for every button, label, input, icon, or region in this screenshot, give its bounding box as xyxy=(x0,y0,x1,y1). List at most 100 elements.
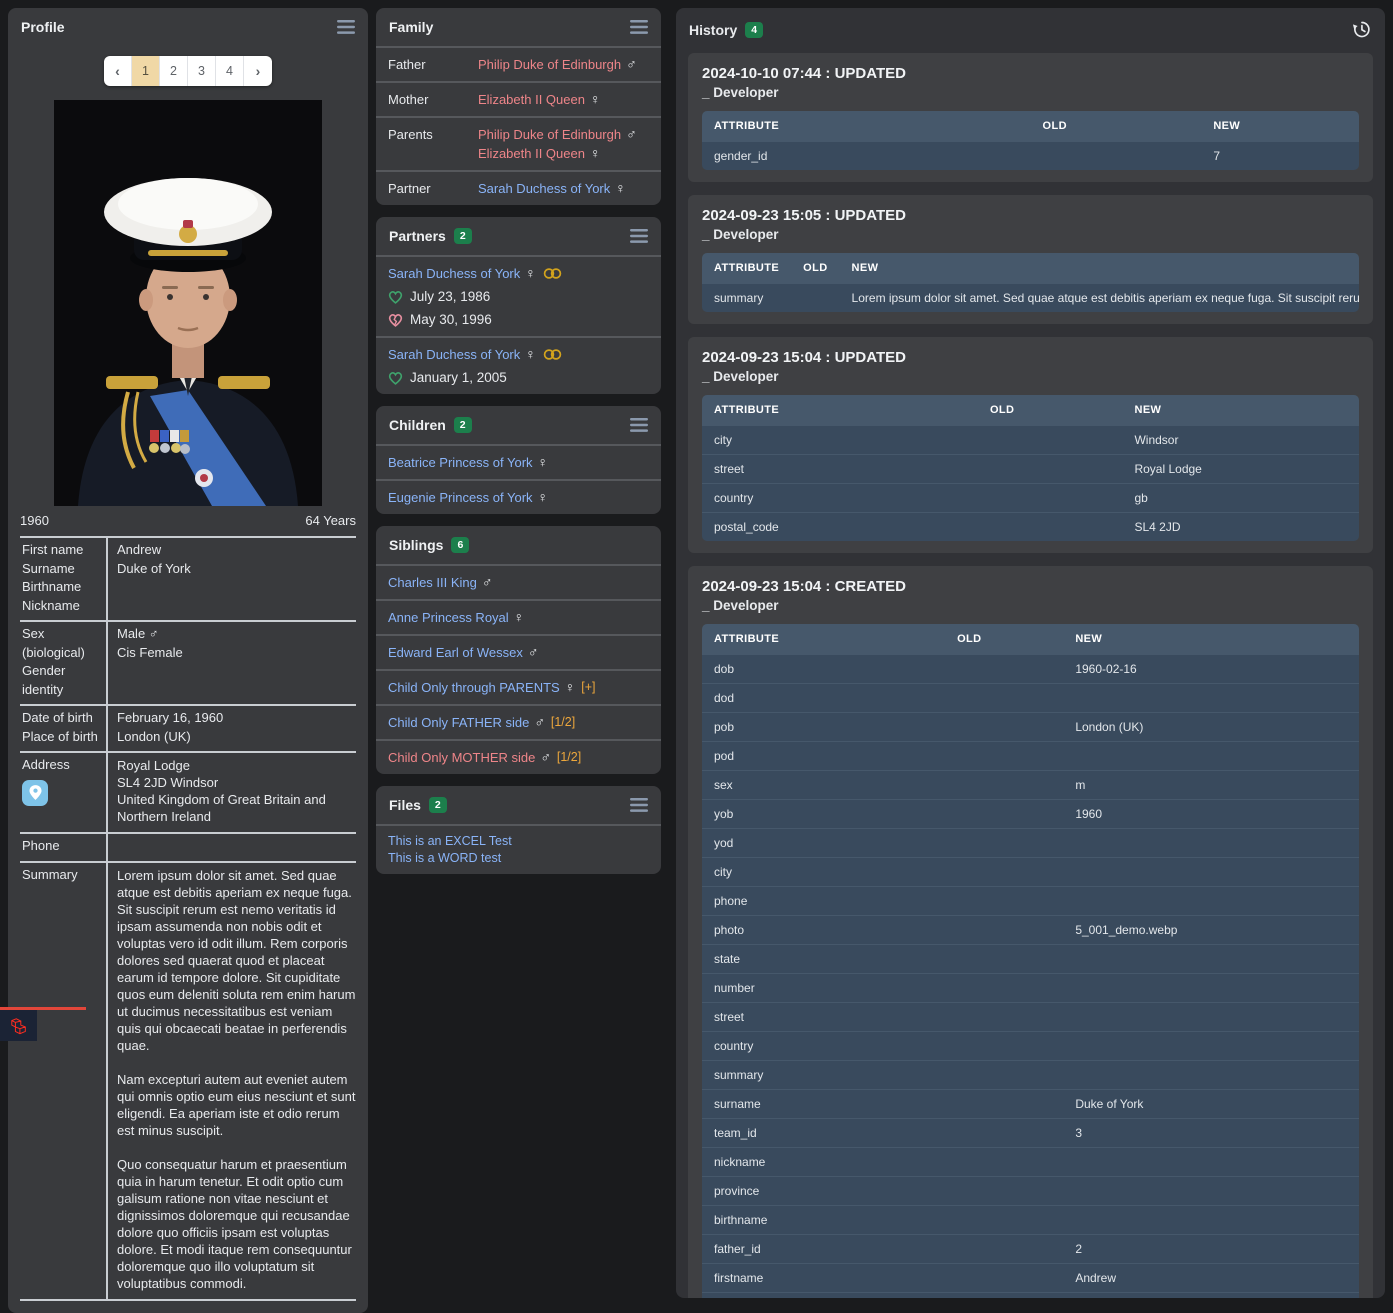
history-row: pobLondon (UK) xyxy=(702,712,1359,741)
history-change-table: ATTRIBUTEOLDNEWgender_id7 xyxy=(702,111,1359,170)
person-link[interactable]: Sarah Duchess of York xyxy=(388,345,520,364)
attribute-cell: country xyxy=(702,1031,945,1060)
person-link[interactable]: Child Only FATHER side xyxy=(388,713,529,732)
file-link[interactable]: This is a WORD test xyxy=(388,850,649,867)
child-row: Beatrice Princess of York♀ xyxy=(376,444,661,479)
person-link[interactable]: Beatrice Princess of York xyxy=(388,453,533,472)
old-value-cell xyxy=(945,1292,1063,1298)
field-values: Male ♂Cis Female xyxy=(108,622,356,704)
person-link[interactable]: Elizabeth II Queen xyxy=(478,146,585,161)
history-panel: History 4 2024-10-10 07:44 : UPDATED_ De… xyxy=(676,8,1385,1298)
history-panel-header: History 4 xyxy=(676,8,1385,51)
old-value-cell xyxy=(791,283,839,312)
person-link[interactable]: Eugenie Princess of York xyxy=(388,488,533,507)
pager-page-4[interactable]: 4 xyxy=(216,56,244,86)
new-value-cell: m xyxy=(1063,770,1359,799)
menu-icon[interactable] xyxy=(630,229,648,243)
old-value-cell xyxy=(945,886,1063,915)
field-value xyxy=(117,837,356,856)
siblings-panel-title: Siblings xyxy=(389,537,443,553)
profile-field-group: AddressRoyal Lodge SL4 2JD Windsor Unite… xyxy=(20,751,356,832)
portrait-image xyxy=(54,100,322,506)
menu-icon[interactable] xyxy=(337,20,355,34)
field-value xyxy=(117,578,356,597)
person-link[interactable]: Elizabeth II Queen xyxy=(478,92,585,107)
new-value-cell: 2 xyxy=(1063,1234,1359,1263)
new-value-cell xyxy=(1063,1147,1359,1176)
new-value-cell xyxy=(1063,683,1359,712)
person-link[interactable]: Child Only MOTHER side xyxy=(388,748,535,767)
column-header: NEW xyxy=(1201,111,1359,141)
pager-prev-button[interactable]: ‹ xyxy=(104,56,132,86)
person-link[interactable]: Philip Duke of Edinburgh xyxy=(478,127,621,142)
laravel-debugbar-icon[interactable] xyxy=(0,1010,37,1041)
history-count-badge: 4 xyxy=(745,22,763,38)
relation-tag: [+] xyxy=(581,678,595,697)
profile-photo[interactable] xyxy=(54,100,322,506)
partner-item: Sarah Duchess of York♀July 23, 1986May 3… xyxy=(376,255,661,336)
history-change-table: ATTRIBUTEOLDNEWsummaryLorem ipsum dolor … xyxy=(702,253,1359,312)
history-change-table: ATTRIBUTEOLDNEWdob1960-02-16dodpobLondon… xyxy=(702,624,1359,1298)
partners-panel-title: Partners xyxy=(389,228,446,244)
map-pin-icon[interactable] xyxy=(22,780,48,806)
new-value-cell xyxy=(1063,1176,1359,1205)
history-table-wrap: ATTRIBUTEOLDNEWdob1960-02-16dodpobLondon… xyxy=(702,624,1359,1298)
person-link[interactable]: Philip Duke of Edinburgh xyxy=(478,57,621,72)
attribute-cell: phone xyxy=(702,886,945,915)
person-link[interactable]: Sarah Duchess of York xyxy=(388,264,520,283)
history-entries: 2024-10-10 07:44 : UPDATED_ DeveloperATT… xyxy=(676,53,1385,1298)
new-value-cell xyxy=(1063,886,1359,915)
history-row: number xyxy=(702,973,1359,1002)
female-icon: ♀ xyxy=(538,488,549,507)
history-row: state xyxy=(702,944,1359,973)
attribute-cell: nickname xyxy=(702,1147,945,1176)
pager-page-3[interactable]: 3 xyxy=(188,56,216,86)
attribute-cell: street xyxy=(702,454,978,483)
field-labels: Sex (biological)Gender identity xyxy=(20,622,108,704)
file-link[interactable]: This is an EXCEL Test xyxy=(388,833,649,850)
children-panel-title: Children xyxy=(389,417,446,433)
column-header: ATTRIBUTE xyxy=(702,624,945,654)
menu-icon[interactable] xyxy=(630,418,648,432)
menu-icon[interactable] xyxy=(630,798,648,812)
field-label: Gender identity xyxy=(22,662,102,699)
person-link[interactable]: Anne Princess Royal xyxy=(388,608,509,627)
history-table-scroll[interactable]: ATTRIBUTEOLDNEWsummaryLorem ipsum dolor … xyxy=(702,253,1359,312)
attribute-cell: birthname xyxy=(702,1205,945,1234)
partner-item: Sarah Duchess of York♀January 1, 2005 xyxy=(376,336,661,394)
history-entry-user: _ Developer xyxy=(702,369,1359,384)
field-labels: First nameSurnameBirthnameNickname xyxy=(20,538,108,620)
pager-page-1[interactable]: 1 xyxy=(132,56,160,86)
male-icon: ♂ xyxy=(528,643,539,662)
female-icon: ♀ xyxy=(590,91,601,107)
history-entry-timestamp: 2024-09-23 15:04 : UPDATED xyxy=(702,349,1359,366)
person-link[interactable]: Sarah Duchess of York xyxy=(478,181,610,196)
column-header: ATTRIBUTE xyxy=(702,111,1031,141)
pager-page-2[interactable]: 2 xyxy=(160,56,188,86)
history-row: province xyxy=(702,1176,1359,1205)
family-row: ParentsPhilip Duke of Edinburgh♂Elizabet… xyxy=(376,116,661,170)
new-value-cell xyxy=(1063,944,1359,973)
profile-body: ‹1234› xyxy=(8,46,368,1313)
sibling-row: Charles III King♂ xyxy=(376,564,661,599)
old-value-cell xyxy=(945,654,1063,683)
profile-field-group: First nameSurnameBirthnameNicknameAndrew… xyxy=(20,536,356,620)
person-link[interactable]: Charles III King xyxy=(388,573,477,592)
person-link[interactable]: Edward Earl of Wessex xyxy=(388,643,523,662)
profile-panel-title: Profile xyxy=(21,19,65,35)
person-line: Philip Duke of Edinburgh♂ xyxy=(478,55,649,74)
attribute-cell: gender_id xyxy=(702,1292,945,1298)
new-value-cell: Andrew xyxy=(1063,1263,1359,1292)
pager-next-button[interactable]: › xyxy=(244,56,272,86)
person-link[interactable]: Child Only through PARENTS xyxy=(388,678,560,697)
family-row: PartnerSarah Duchess of York♀ xyxy=(376,170,661,205)
attribute-cell: summary xyxy=(702,283,791,312)
partners-panel: Partners 2 Sarah Duchess of York♀July 23… xyxy=(376,217,661,394)
old-value-cell xyxy=(978,454,1123,483)
field-label: Surname xyxy=(22,560,102,579)
new-value-cell: gb xyxy=(1122,483,1359,512)
menu-icon[interactable] xyxy=(630,20,648,34)
history-row: gender_id xyxy=(702,1292,1359,1298)
field-value: Duke of York xyxy=(117,560,356,579)
history-icon[interactable] xyxy=(1351,19,1372,40)
